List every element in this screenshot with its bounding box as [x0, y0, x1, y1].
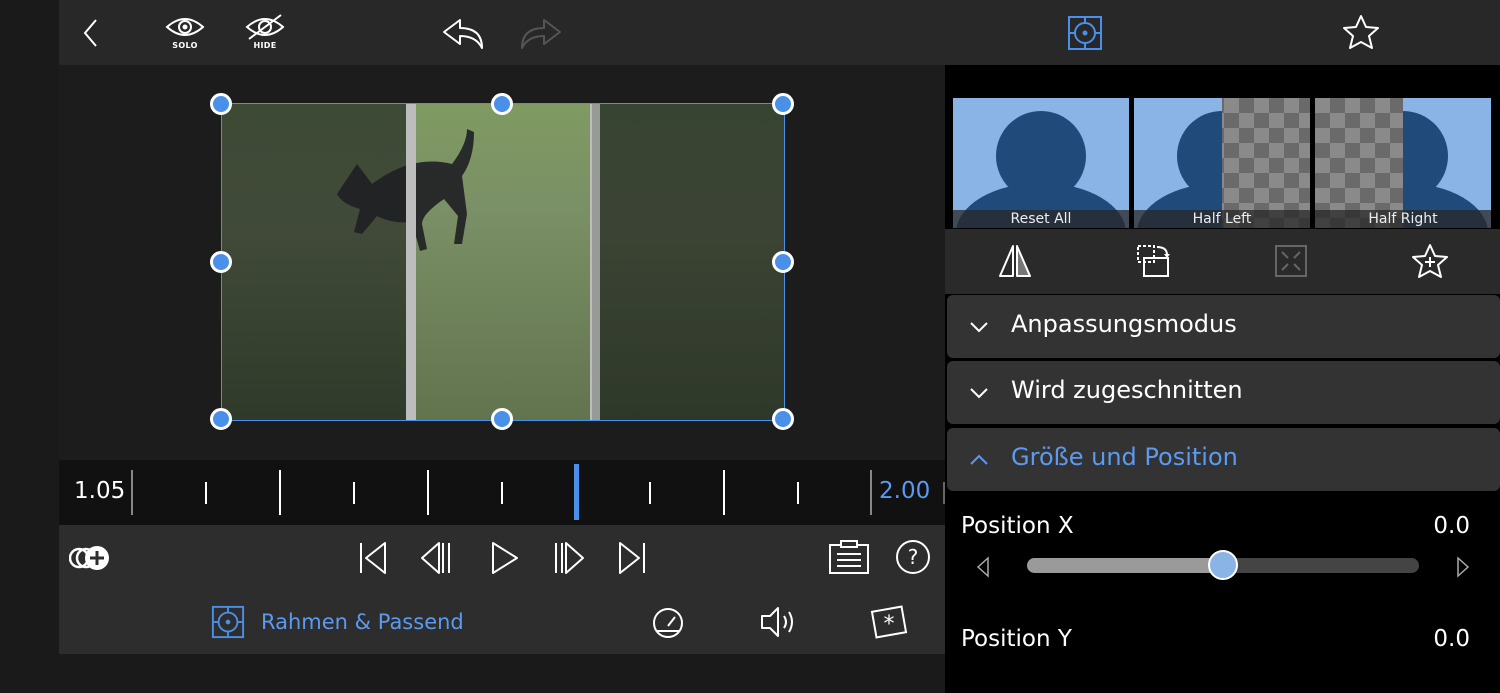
eye-off-icon — [245, 14, 285, 40]
transform-tools — [945, 229, 1500, 294]
frame-fit-icon[interactable] — [1067, 15, 1103, 51]
help-icon[interactable]: ? — [895, 539, 931, 575]
notes-icon[interactable] — [827, 539, 871, 575]
timeline-scrubber[interactable]: 1.05 2.00 — [59, 460, 945, 525]
section-label: Anpassungsmodus — [1011, 310, 1237, 338]
add-clip-icon[interactable] — [69, 543, 113, 573]
preset-reset-all[interactable]: Reset All — [953, 98, 1129, 228]
redo-icon[interactable] — [518, 16, 564, 50]
solo-label: SOLO — [172, 41, 198, 50]
half-fill — [1403, 98, 1491, 228]
half-fill — [1134, 98, 1222, 228]
preset-label: Reset All — [953, 210, 1129, 228]
skip-start-icon[interactable] — [357, 541, 389, 575]
play-icon[interactable] — [489, 541, 519, 575]
preset-label: Half Left — [1134, 210, 1310, 228]
star-icon[interactable] — [1342, 14, 1380, 50]
speed-icon[interactable] — [651, 606, 685, 638]
handle-top-right[interactable] — [772, 93, 794, 115]
chevron-down-icon — [970, 388, 988, 399]
transport-bar: ? — [59, 525, 945, 590]
handle-middle-right[interactable] — [772, 251, 794, 273]
back-chevron-icon[interactable] — [80, 16, 102, 50]
slider-thumb[interactable] — [1208, 550, 1238, 580]
preset-half-left[interactable]: Half Left — [1134, 98, 1310, 228]
flip-icon[interactable] — [997, 243, 1033, 279]
handle-middle-left[interactable] — [210, 251, 232, 273]
section-anpassungsmodus[interactable]: Anpassungsmodus — [947, 295, 1500, 358]
chevron-down-icon — [970, 322, 988, 333]
person-icon — [956, 111, 1126, 228]
frame-fit-small-icon — [211, 605, 245, 639]
position-x-label: Position X — [961, 513, 1074, 539]
mode-label: Rahmen & Passend — [261, 610, 464, 634]
section-label: Größe und Position — [1011, 443, 1238, 471]
eye-icon — [165, 18, 205, 36]
svg-text:*: * — [884, 612, 895, 637]
slider-fill — [1027, 558, 1223, 573]
handle-bottom-center[interactable] — [491, 408, 513, 430]
section-wird-zugeschnitten[interactable]: Wird zugeschnitten — [947, 361, 1500, 424]
timeline-ticks — [131, 470, 945, 515]
decrement-arrow-icon[interactable] — [975, 555, 991, 579]
svg-text:?: ? — [908, 545, 919, 569]
position-x-value: 0.0 — [1433, 513, 1470, 539]
solo-button[interactable]: SOLO — [163, 14, 207, 54]
chevron-up-icon — [970, 454, 988, 465]
step-back-icon[interactable] — [419, 541, 453, 575]
rotate-icon[interactable] — [1135, 243, 1171, 279]
handle-top-center[interactable] — [491, 93, 513, 115]
hide-button[interactable]: HIDE — [243, 14, 287, 54]
volume-icon[interactable] — [759, 605, 801, 639]
position-y-label: Position Y — [961, 626, 1072, 652]
skip-end-icon[interactable] — [616, 541, 648, 575]
handle-bottom-right[interactable] — [772, 408, 794, 430]
preset-label: Half Right — [1315, 210, 1491, 228]
playhead[interactable] — [574, 464, 579, 520]
bottom-toolbar: Rahmen & Passend * — [59, 590, 945, 654]
mode-button[interactable]: Rahmen & Passend — [211, 605, 464, 639]
handle-top-left[interactable] — [210, 93, 232, 115]
frame-bounds — [221, 103, 785, 421]
position-x-slider[interactable] — [1027, 550, 1419, 580]
step-forward-icon[interactable] — [552, 541, 586, 575]
preset-half-right[interactable]: Half Right — [1315, 98, 1491, 228]
effects-icon[interactable]: * — [869, 604, 909, 640]
handle-bottom-left[interactable] — [210, 408, 232, 430]
undo-icon[interactable] — [440, 16, 486, 50]
hide-label: HIDE — [253, 41, 277, 50]
position-y-value: 0.0 — [1433, 626, 1470, 652]
star-plus-icon[interactable] — [1411, 243, 1449, 279]
fit-frame-icon[interactable] — [1273, 243, 1309, 279]
increment-arrow-icon[interactable] — [1455, 555, 1471, 579]
section-label: Wird zugeschnitten — [1011, 376, 1243, 404]
section-groesse-und-position[interactable]: Größe und Position — [947, 428, 1500, 491]
